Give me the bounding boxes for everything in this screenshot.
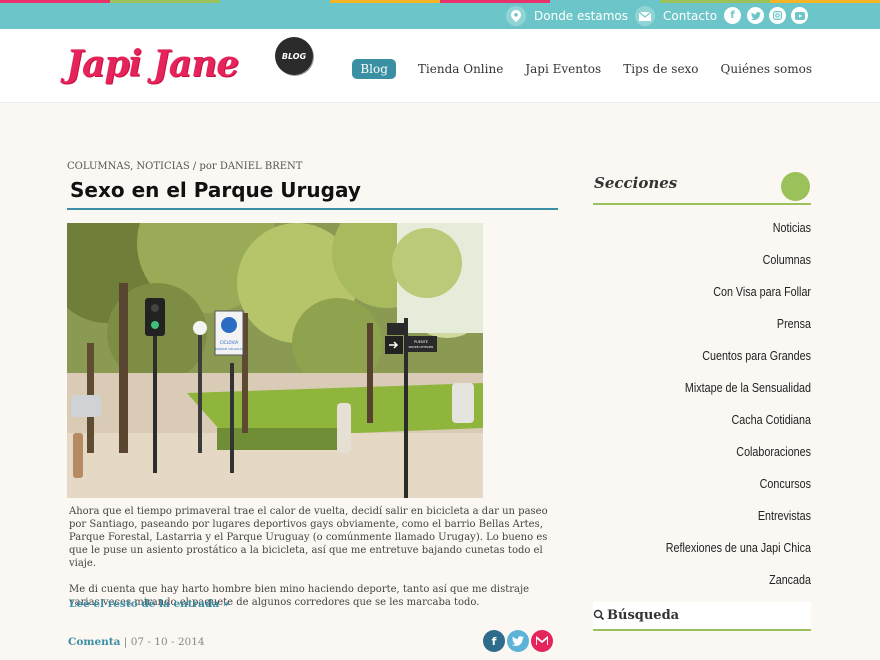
post-by: / por <box>192 161 217 172</box>
post-author[interactable]: DANIEL BRENT <box>220 161 303 172</box>
section-item[interactable]: Con Visa para Follar <box>624 282 811 314</box>
post-date: 07 - 10 - 2014 <box>130 636 205 648</box>
main-nav: Blog Tienda Online Japi Eventos Tips de … <box>352 59 812 79</box>
nav-item-tips-de-sexo[interactable]: Tips de sexo <box>623 62 698 76</box>
contact-link[interactable]: Contacto <box>635 6 717 26</box>
post-meta: COLUMNAS, NOTICIAS / por DANIEL BRENT <box>67 161 302 172</box>
section-item[interactable]: Colaboraciones <box>624 442 811 474</box>
section-item[interactable]: Reflexiones de una Japi Chica <box>624 538 811 570</box>
contact-label: Contacto <box>663 9 718 23</box>
section-item[interactable]: Noticias <box>624 218 811 250</box>
post-title[interactable]: Sexo en el Parque Urugay <box>70 178 361 202</box>
title-divider <box>67 208 558 210</box>
location-label: Donde estamos <box>534 9 628 23</box>
section-item[interactable]: Concursos <box>624 474 811 506</box>
facebook-icon[interactable]: f <box>724 7 741 24</box>
nav-item-quienes-somos[interactable]: Quiénes somos <box>721 62 812 76</box>
site-header: Japi Jane BLOG Blog Tienda Online Japi E… <box>0 29 880 103</box>
logo-badge: BLOG <box>275 37 313 75</box>
nav-item-tienda-online[interactable]: Tienda Online <box>418 62 503 76</box>
post-categories[interactable]: COLUMNAS, NOTICIAS <box>67 161 190 172</box>
share-twitter-icon[interactable] <box>507 630 529 652</box>
comment-link[interactable]: Comenta <box>68 636 120 648</box>
read-more-link[interactable]: Lee el resto de la entrada » <box>69 598 229 610</box>
image-street-sign-subtext: PADRE LETELIER <box>409 345 434 349</box>
sidebar-divider <box>593 203 811 205</box>
section-item[interactable]: Prensa <box>624 314 811 346</box>
share-facebook-icon[interactable]: f <box>483 630 505 652</box>
twitter-icon[interactable] <box>747 7 764 24</box>
section-item[interactable]: Mixtape de la Sensualidad <box>624 378 811 410</box>
share-email-icon[interactable] <box>531 630 553 652</box>
search-box[interactable]: Búsqueda <box>593 602 811 631</box>
sidebar-title: Secciones <box>594 174 678 192</box>
search-icon <box>593 606 605 625</box>
section-item[interactable]: Zancada <box>624 570 811 602</box>
youtube-icon[interactable] <box>791 7 808 24</box>
excerpt-paragraph: Ahora que el tiempo primaveral trae el c… <box>69 506 548 569</box>
location-link[interactable]: Donde estamos <box>506 6 628 26</box>
sidebar-dot <box>781 172 810 201</box>
instagram-icon[interactable] <box>769 7 786 24</box>
section-item[interactable]: Cuentos para Grandes <box>624 346 811 378</box>
location-pin-icon <box>506 6 526 26</box>
post-footer: Comenta | 07 - 10 - 2014 <box>68 636 205 648</box>
search-label: Búsqueda <box>607 608 680 623</box>
post-image[interactable]: CICLOVIA PARQUE URUGUAY PUENTE PADRE LET… <box>67 223 483 498</box>
image-sign-text: CICLOVIA <box>220 340 239 345</box>
nav-item-japi-eventos[interactable]: Japi Eventos <box>525 62 601 76</box>
top-bar: Donde estamos Contacto f <box>0 3 880 29</box>
image-street-sign-text: PUENTE <box>414 340 428 344</box>
footer-separator: | <box>123 636 128 648</box>
image-sign-subtext: PARQUE URUGUAY <box>215 347 243 351</box>
mail-icon <box>635 6 655 26</box>
section-item[interactable]: Columnas <box>624 250 811 282</box>
sections-list: Noticias Columnas Con Visa para Follar P… <box>593 218 811 602</box>
site-logo[interactable]: Japi Jane <box>66 43 239 85</box>
section-item[interactable]: Cacha Cotidiana <box>624 410 811 442</box>
nav-item-blog[interactable]: Blog <box>352 59 396 79</box>
section-item[interactable]: Entrevistas <box>624 506 811 538</box>
